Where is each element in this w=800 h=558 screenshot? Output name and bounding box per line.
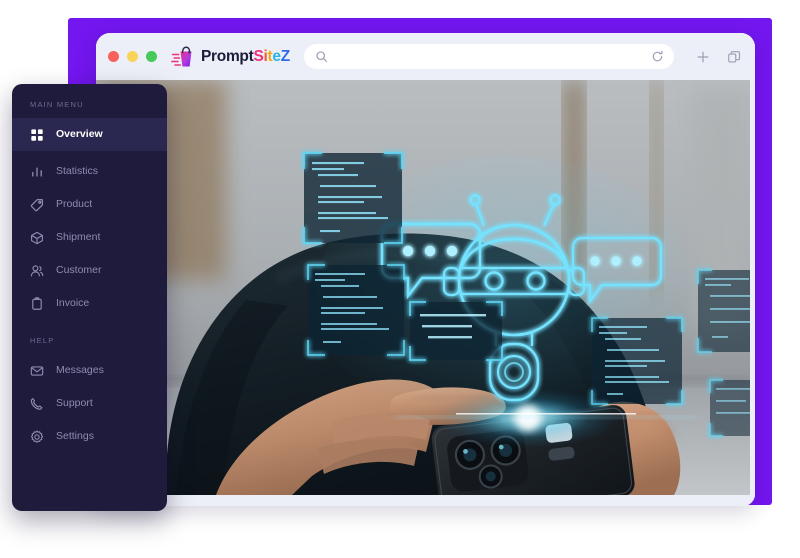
sidebar-item-settings[interactable]: Settings [12, 420, 167, 453]
sidebar-item-overview[interactable]: Overview [12, 118, 167, 151]
sidebar-item-product[interactable]: Product [12, 188, 167, 221]
close-window-button[interactable] [108, 51, 119, 62]
sidebar-item-label: Statistics [56, 165, 99, 178]
logo-letter-s: S [253, 47, 264, 65]
sidebar-item-label: Customer [56, 264, 102, 277]
sidebar-item-shipment[interactable]: Shipment [12, 221, 167, 254]
reload-icon[interactable] [651, 50, 664, 63]
sidebar-item-label: Messages [56, 364, 104, 377]
window-controls [108, 51, 157, 62]
toolbar-actions [696, 50, 741, 64]
sidebar-item-invoice[interactable]: Invoice [12, 287, 167, 320]
sidebar-item-messages[interactable]: Messages [12, 354, 167, 387]
shopping-bag-icon [171, 44, 197, 70]
sidebar-item-label: Settings [56, 430, 94, 443]
address-bar[interactable] [303, 44, 674, 69]
users-icon [30, 264, 44, 278]
sidebar-section-label-help: HELP [30, 336, 55, 345]
browser-toolbar: PromptSiteZ [96, 33, 755, 80]
search-icon [315, 50, 328, 63]
envelope-icon [30, 364, 44, 378]
search-input[interactable] [327, 50, 651, 63]
sidebar-section-label-main: MAIN MENU [30, 100, 84, 109]
logo-text-prompt: Prompt [201, 47, 254, 65]
browser-window: PromptSiteZ [96, 33, 755, 506]
sidebar: MAIN MENU Overview Statistics Product Sh… [12, 84, 167, 511]
phone-icon [30, 397, 44, 411]
hero-photo [96, 80, 750, 495]
app-logo[interactable]: PromptSiteZ [171, 44, 290, 70]
sidebar-item-label: Shipment [56, 231, 101, 244]
logo-wordmark: PromptSiteZ [201, 49, 290, 65]
sidebar-item-statistics[interactable]: Statistics [12, 155, 167, 188]
browser-viewport [96, 80, 755, 506]
package-icon [30, 231, 44, 245]
sidebar-item-label: Product [56, 198, 93, 211]
sidebar-item-label: Support [56, 397, 93, 410]
sidebar-item-support[interactable]: Support [12, 387, 167, 420]
copy-icon[interactable] [727, 50, 741, 64]
plus-icon[interactable] [696, 50, 710, 64]
clipboard-icon [30, 296, 44, 311]
tag-icon [30, 198, 44, 212]
screenshot-root: PromptSiteZ MAIN MENU Overview Statistic… [0, 0, 800, 558]
logo-letter-e: e [272, 47, 281, 65]
sidebar-item-label: Invoice [56, 297, 90, 310]
browser-bottom-bar [96, 495, 755, 506]
minimize-window-button[interactable] [127, 51, 138, 62]
logo-letter-z: Z [280, 47, 290, 65]
gear-icon [30, 430, 44, 444]
bar-chart-icon [30, 165, 44, 179]
zoom-window-button[interactable] [146, 51, 157, 62]
sidebar-item-customer[interactable]: Customer [12, 254, 167, 287]
sidebar-item-label: Overview [56, 128, 103, 141]
grid-icon [30, 128, 44, 142]
